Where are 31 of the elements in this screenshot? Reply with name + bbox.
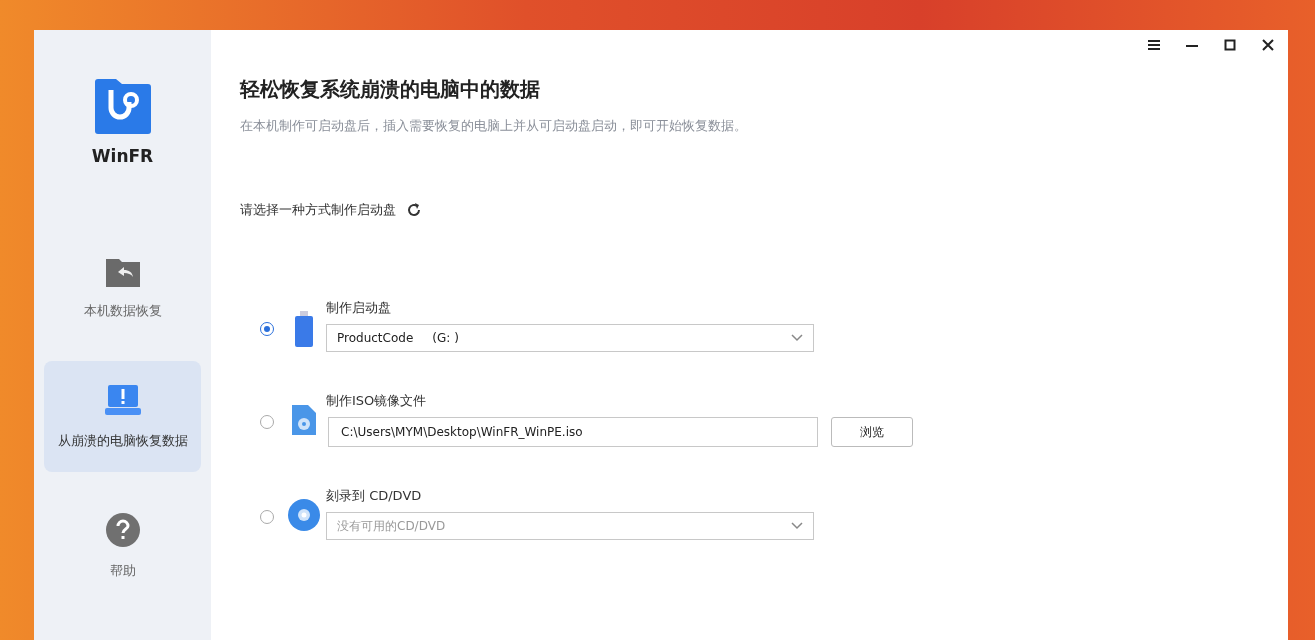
option-label: 刻录到 CD/DVD xyxy=(326,487,423,505)
close-icon[interactable] xyxy=(1262,39,1274,51)
disc-file-icon xyxy=(291,404,317,436)
folder-stethoscope-logo xyxy=(92,78,153,134)
dropdown-field[interactable]: ProductCode (G: ) xyxy=(326,324,814,352)
help-icon xyxy=(104,511,141,548)
radio-button[interactable] xyxy=(260,510,274,524)
chevron-down-icon xyxy=(791,522,803,530)
option-label: 制作启动盘 xyxy=(326,299,392,317)
sidebar-item[interactable]: 帮助 xyxy=(44,490,201,601)
menu-icon[interactable] xyxy=(1147,39,1161,51)
option-label: 制作ISO镜像文件 xyxy=(326,392,428,410)
refresh-icon[interactable] xyxy=(406,202,422,218)
sidebar-item-label: 本机数据恢复 xyxy=(83,301,162,320)
prompt-text: 请选择一种方式制作启动盘 xyxy=(240,201,396,219)
maximize-icon[interactable] xyxy=(1224,39,1236,51)
laptop-warning-icon xyxy=(104,383,141,418)
sidebar-item[interactable]: 本机数据恢复 xyxy=(44,232,201,343)
sidebar-item[interactable]: 从崩溃的电脑恢复数据 xyxy=(44,361,201,472)
chevron-down-icon xyxy=(791,334,803,342)
page-title: 轻松恢复系统崩溃的电脑中的数据 xyxy=(240,76,541,103)
usb-drive-icon xyxy=(294,311,314,347)
sidebar-item-label: 从崩溃的电脑恢复数据 xyxy=(57,431,188,450)
radio-button[interactable] xyxy=(260,415,274,429)
path-input-field[interactable]: C:\Users\MYM\Desktop\WinFR_WinPE.iso xyxy=(328,417,818,447)
browse-button[interactable]: 浏览 xyxy=(831,417,913,447)
disc-icon xyxy=(288,499,320,531)
app-name: WinFR xyxy=(91,146,154,166)
page-subtitle: 在本机制作可启动盘后，插入需要恢复的电脑上并从可启动盘启动，即可开始恢复数据。 xyxy=(240,117,748,135)
sidebar-item-label: 帮助 xyxy=(109,561,136,580)
radio-button[interactable] xyxy=(260,322,274,336)
